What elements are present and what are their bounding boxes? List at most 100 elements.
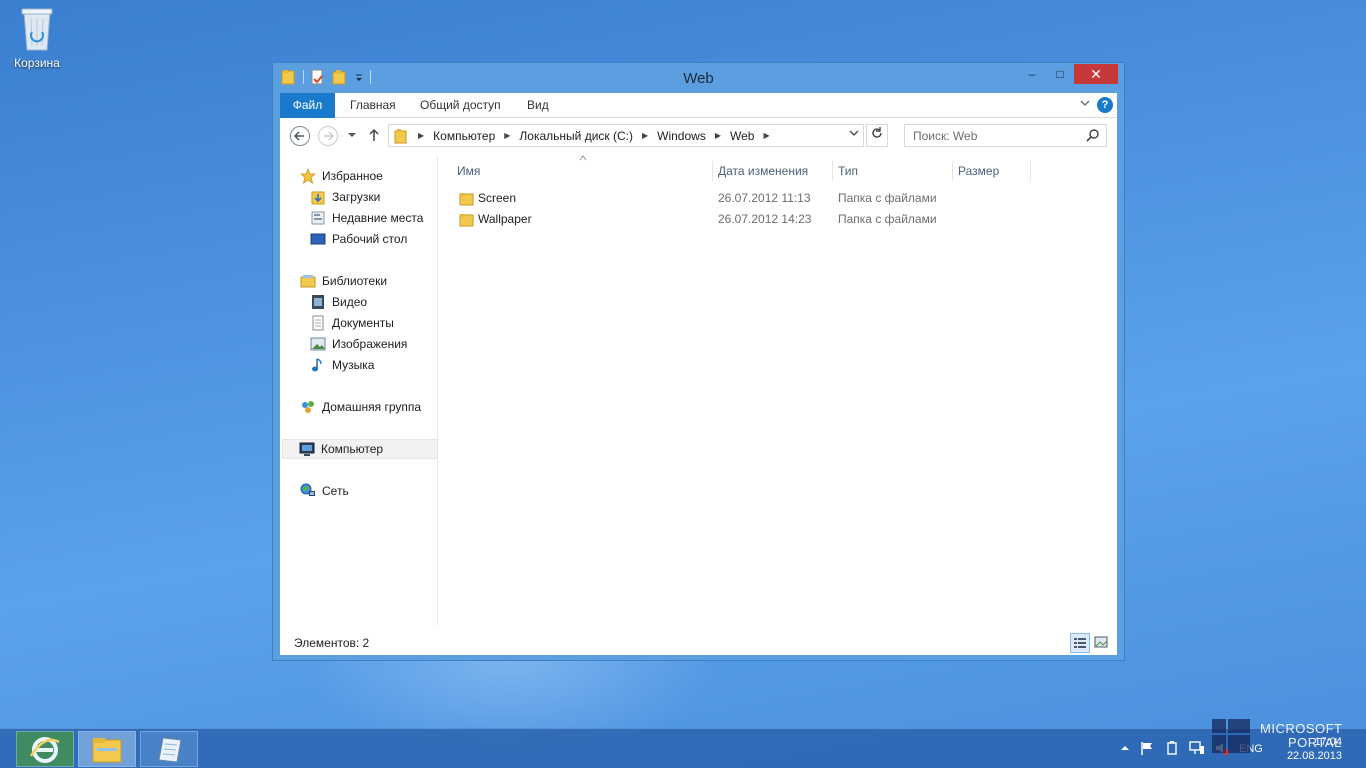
taskbar-internet-explorer[interactable]: [16, 731, 74, 767]
show-hidden-icons-icon[interactable]: [1120, 743, 1130, 756]
watermark-line-1: MICROSOFT: [1260, 721, 1343, 736]
nav-item-label: Библиотеки: [322, 274, 388, 288]
nav-item-documents[interactable]: Документы: [310, 313, 394, 333]
nav-item-network[interactable]: Сеть: [300, 481, 349, 501]
file-type: Папка с файлами: [838, 212, 937, 226]
recycle-bin-label: Корзина: [14, 56, 60, 70]
nav-item-label: Сеть: [322, 484, 349, 498]
nav-item-computer[interactable]: Компьютер: [282, 439, 438, 459]
notepad-icon: [158, 737, 182, 763]
breadcrumb-item-computer[interactable]: Компьютер: [433, 129, 495, 143]
file-name: Screen: [478, 191, 517, 205]
homegroup-icon: [300, 399, 316, 415]
breadcrumb-item-windows[interactable]: Windows: [657, 129, 706, 143]
details-view-button[interactable]: [1070, 633, 1090, 653]
search-box[interactable]: [904, 124, 1107, 147]
file-date-modified: 26.07.2012 11:13: [718, 191, 811, 205]
nav-item-recent-places[interactable]: Недавние места: [310, 208, 423, 228]
libraries-icon: [300, 273, 316, 289]
column-divider[interactable]: [712, 161, 713, 181]
nav-item-label: Компьютер: [321, 442, 384, 456]
navigation-pane: Избранное Загрузки Недавние места Рабочи…: [280, 156, 438, 626]
expand-ribbon-chevron-icon[interactable]: [1079, 97, 1091, 112]
table-row[interactable]: Wallpaper 26.07.2012 14:23 Папка с файла…: [439, 209, 939, 230]
star-icon: [299, 167, 317, 184]
nav-item-favorites[interactable]: Избранное: [299, 166, 383, 186]
tab-share[interactable]: Общий доступ: [420, 93, 501, 118]
minimize-button[interactable]: –: [1018, 64, 1046, 84]
column-header-date-modified[interactable]: Дата изменения: [718, 156, 808, 186]
breadcrumb-separator-icon[interactable]: ▶: [418, 131, 424, 140]
table-row[interactable]: Screen 26.07.2012 11:13 Папка с файлами: [439, 188, 939, 209]
title-bar[interactable]: Web – □ ✕: [273, 63, 1124, 93]
tab-home[interactable]: Главная: [350, 93, 396, 118]
desktop-icon: [310, 231, 326, 247]
window-title: Web: [683, 70, 714, 87]
video-icon: [310, 294, 326, 310]
nav-item-libraries[interactable]: Библиотеки: [300, 271, 387, 291]
column-header-type[interactable]: Тип: [838, 156, 858, 186]
network-tray-icon[interactable]: [1189, 740, 1205, 759]
nav-item-desktop[interactable]: Рабочий стол: [310, 229, 407, 249]
address-bar[interactable]: ▶ Компьютер ▶ Локальный диск (C:) ▶ Wind…: [388, 124, 864, 147]
nav-item-pictures[interactable]: Изображения: [310, 334, 407, 354]
nav-item-video[interactable]: Видео: [310, 292, 367, 312]
breadcrumb-separator-icon[interactable]: ▶: [504, 131, 510, 140]
watermark-text: MICROSOFT PORTAL: [1260, 722, 1343, 750]
taskbar: ENG 17:04 22.08.2013: [0, 728, 1366, 768]
file-explorer-icon: [92, 738, 122, 763]
window-controls: – □ ✕: [1018, 64, 1118, 84]
nav-item-label: Документы: [332, 316, 394, 330]
close-button[interactable]: ✕: [1074, 64, 1118, 84]
help-button[interactable]: ?: [1097, 97, 1113, 113]
nav-item-downloads[interactable]: Загрузки: [310, 187, 380, 207]
folder-icon: [459, 212, 475, 231]
column-divider[interactable]: [832, 161, 833, 181]
taskbar-notepad[interactable]: [140, 731, 198, 767]
breadcrumb: ▶ Компьютер ▶ Локальный диск (C:) ▶ Wind…: [393, 125, 770, 146]
column-header-size[interactable]: Размер: [958, 156, 999, 186]
up-arrow-icon[interactable]: [368, 127, 380, 146]
search-icon[interactable]: [1086, 128, 1100, 145]
nav-item-label: Домашняя группа: [322, 400, 422, 414]
maximize-button[interactable]: □: [1046, 64, 1074, 84]
power-icon[interactable]: [1164, 740, 1180, 759]
column-divider[interactable]: [1030, 161, 1031, 181]
status-bar: Элементов: 2: [280, 631, 1117, 655]
nav-item-label: Музыка: [332, 358, 375, 372]
action-center-flag-icon[interactable]: [1139, 740, 1155, 759]
navigation-bar: ▶ Компьютер ▶ Локальный диск (C:) ▶ Wind…: [280, 118, 1117, 154]
music-icon: [310, 357, 326, 373]
refresh-button[interactable]: [866, 124, 888, 147]
nav-item-label: Рабочий стол: [332, 232, 408, 246]
nav-item-label: Видео: [332, 295, 368, 309]
ribbon-tab-bar: Файл Главная Общий доступ Вид ?: [280, 93, 1117, 118]
search-input[interactable]: [905, 125, 1075, 146]
recent-places-icon: [310, 210, 326, 226]
address-history-dropdown-icon[interactable]: [845, 125, 863, 146]
forward-button[interactable]: [318, 126, 338, 146]
nav-item-music[interactable]: Музыка: [310, 355, 374, 375]
tab-file[interactable]: Файл: [280, 93, 335, 118]
breadcrumb-separator-icon[interactable]: ▶: [715, 131, 721, 140]
taskbar-file-explorer[interactable]: [78, 731, 136, 767]
breadcrumb-item-local-disk[interactable]: Локальный диск (C:): [519, 129, 633, 143]
column-divider[interactable]: [952, 161, 953, 181]
file-type: Папка с файлами: [838, 191, 937, 205]
nav-item-label: Недавние места: [332, 211, 424, 225]
breadcrumb-item-web[interactable]: Web: [730, 129, 754, 143]
window-client-area: Файл Главная Общий доступ Вид ? ▶ Компью…: [280, 93, 1117, 655]
recent-locations-dropdown-icon[interactable]: [347, 128, 357, 145]
breadcrumb-separator-icon[interactable]: ▶: [642, 131, 648, 140]
back-button[interactable]: [290, 126, 310, 146]
file-list-view: Имя Дата изменения Тип Размер Screen 26.…: [439, 155, 1117, 626]
recycle-bin-desktop-icon[interactable]: Корзина: [8, 6, 66, 70]
nav-item-label: Избранное: [322, 169, 383, 183]
large-icons-view-button[interactable]: [1092, 633, 1112, 653]
tab-view[interactable]: Вид: [527, 93, 549, 118]
breadcrumb-separator-icon[interactable]: ▶: [763, 131, 769, 140]
folder-icon: [459, 191, 475, 210]
column-header-name[interactable]: Имя: [457, 156, 480, 186]
nav-item-homegroup[interactable]: Домашняя группа: [300, 397, 421, 417]
internet-explorer-icon: [29, 737, 60, 763]
